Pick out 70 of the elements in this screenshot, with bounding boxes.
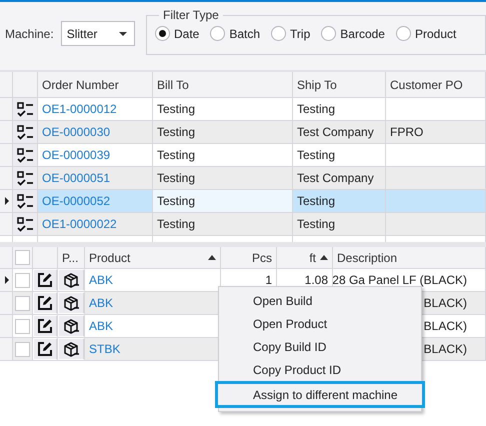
- radio-option[interactable]: Product: [396, 26, 456, 41]
- box-icon[interactable]: [62, 272, 80, 288]
- table-cell: Testing: [293, 144, 386, 166]
- table-cell: Testing: [293, 190, 386, 212]
- order-link[interactable]: OE-0000030: [38, 121, 153, 143]
- edit-icon[interactable]: [37, 318, 53, 334]
- select-all-checkbox[interactable]: [15, 250, 30, 265]
- table-cell: Testing: [153, 190, 293, 212]
- order-link[interactable]: OE-0000051: [38, 167, 153, 189]
- box-icon[interactable]: [62, 318, 80, 334]
- checklist-icon[interactable]: [16, 124, 34, 140]
- radio-indicator[interactable]: [210, 26, 226, 41]
- current-row-icon: [4, 276, 10, 284]
- radio-indicator[interactable]: [321, 26, 336, 41]
- table-cell: Testing: [293, 213, 386, 235]
- table-cell: Testing: [153, 121, 293, 143]
- radio-option[interactable]: Batch: [210, 26, 260, 41]
- table-cell: Testing: [153, 98, 293, 120]
- row-checkbox[interactable]: [15, 272, 30, 288]
- table-cell: Test Company: [293, 167, 386, 189]
- group-title: Filter Type: [162, 8, 220, 22]
- box-icon[interactable]: [62, 295, 80, 311]
- table-row[interactable]: OE-0000030 Testing Test Company FPRO: [0, 121, 486, 144]
- menu-item[interactable]: Copy Product ID: [219, 358, 421, 381]
- radio-option[interactable]: Date: [155, 26, 200, 41]
- row-checkbox[interactable]: [15, 342, 30, 356]
- column-header[interactable]: Bill To: [153, 72, 293, 97]
- edit-icon[interactable]: [37, 341, 53, 357]
- menu-item[interactable]: Assign to different machine: [215, 381, 425, 408]
- table-cell: Testing: [293, 98, 386, 120]
- order-link[interactable]: OE-0000039: [38, 144, 153, 166]
- machine-dropdown[interactable]: Slitter: [60, 21, 135, 46]
- row-checkbox[interactable]: [15, 318, 30, 334]
- column-header[interactable]: ft: [277, 247, 333, 268]
- column-header[interactable]: P...: [58, 247, 85, 268]
- radio-indicator[interactable]: [155, 26, 170, 41]
- column-header[interactable]: Customer PO: [386, 72, 486, 97]
- column-header[interactable]: Description: [333, 247, 486, 268]
- table-cell: Test Company: [293, 121, 386, 143]
- table-cell: Testing: [153, 213, 293, 235]
- radio-option[interactable]: Trip: [271, 26, 310, 41]
- table-row[interactable]: OE-0000052 Testing Testing: [0, 190, 486, 213]
- checklist-icon[interactable]: [16, 216, 34, 232]
- table-row[interactable]: OE-0000051 Testing Test Company: [0, 167, 486, 190]
- row-checkbox[interactable]: [15, 296, 30, 310]
- table-row[interactable]: OE1-0000022 Testing Testing: [0, 213, 486, 236]
- row-header[interactable]: [0, 269, 13, 291]
- table-cell: FPRO: [386, 121, 486, 143]
- box-icon[interactable]: [62, 341, 80, 357]
- current-row-icon: [4, 197, 10, 205]
- order-link[interactable]: OE1-0000012: [38, 98, 153, 120]
- edit-icon[interactable]: [37, 295, 53, 311]
- order-link[interactable]: OE1-0000022: [38, 213, 153, 235]
- column-header[interactable]: Order Number: [38, 72, 153, 97]
- row-header[interactable]: [0, 190, 13, 212]
- column-header[interactable]: Ship To: [293, 72, 386, 97]
- checklist-icon[interactable]: [16, 194, 34, 208]
- radio-indicator[interactable]: [396, 26, 411, 41]
- dropdown-arrow-icon: [119, 32, 127, 36]
- checklist-icon[interactable]: [16, 148, 34, 162]
- radio-option[interactable]: Barcode: [321, 26, 385, 41]
- machine-label: Machine:: [5, 27, 54, 41]
- checklist-icon[interactable]: [16, 102, 34, 116]
- checklist-icon[interactable]: [16, 170, 34, 186]
- radio-indicator[interactable]: [271, 26, 286, 41]
- table-cell: Testing: [153, 144, 293, 166]
- column-header[interactable]: Product: [85, 247, 221, 268]
- table-cell: Testing: [153, 167, 293, 189]
- column-header[interactable]: Pcs: [221, 247, 277, 268]
- edit-icon[interactable]: [37, 272, 53, 288]
